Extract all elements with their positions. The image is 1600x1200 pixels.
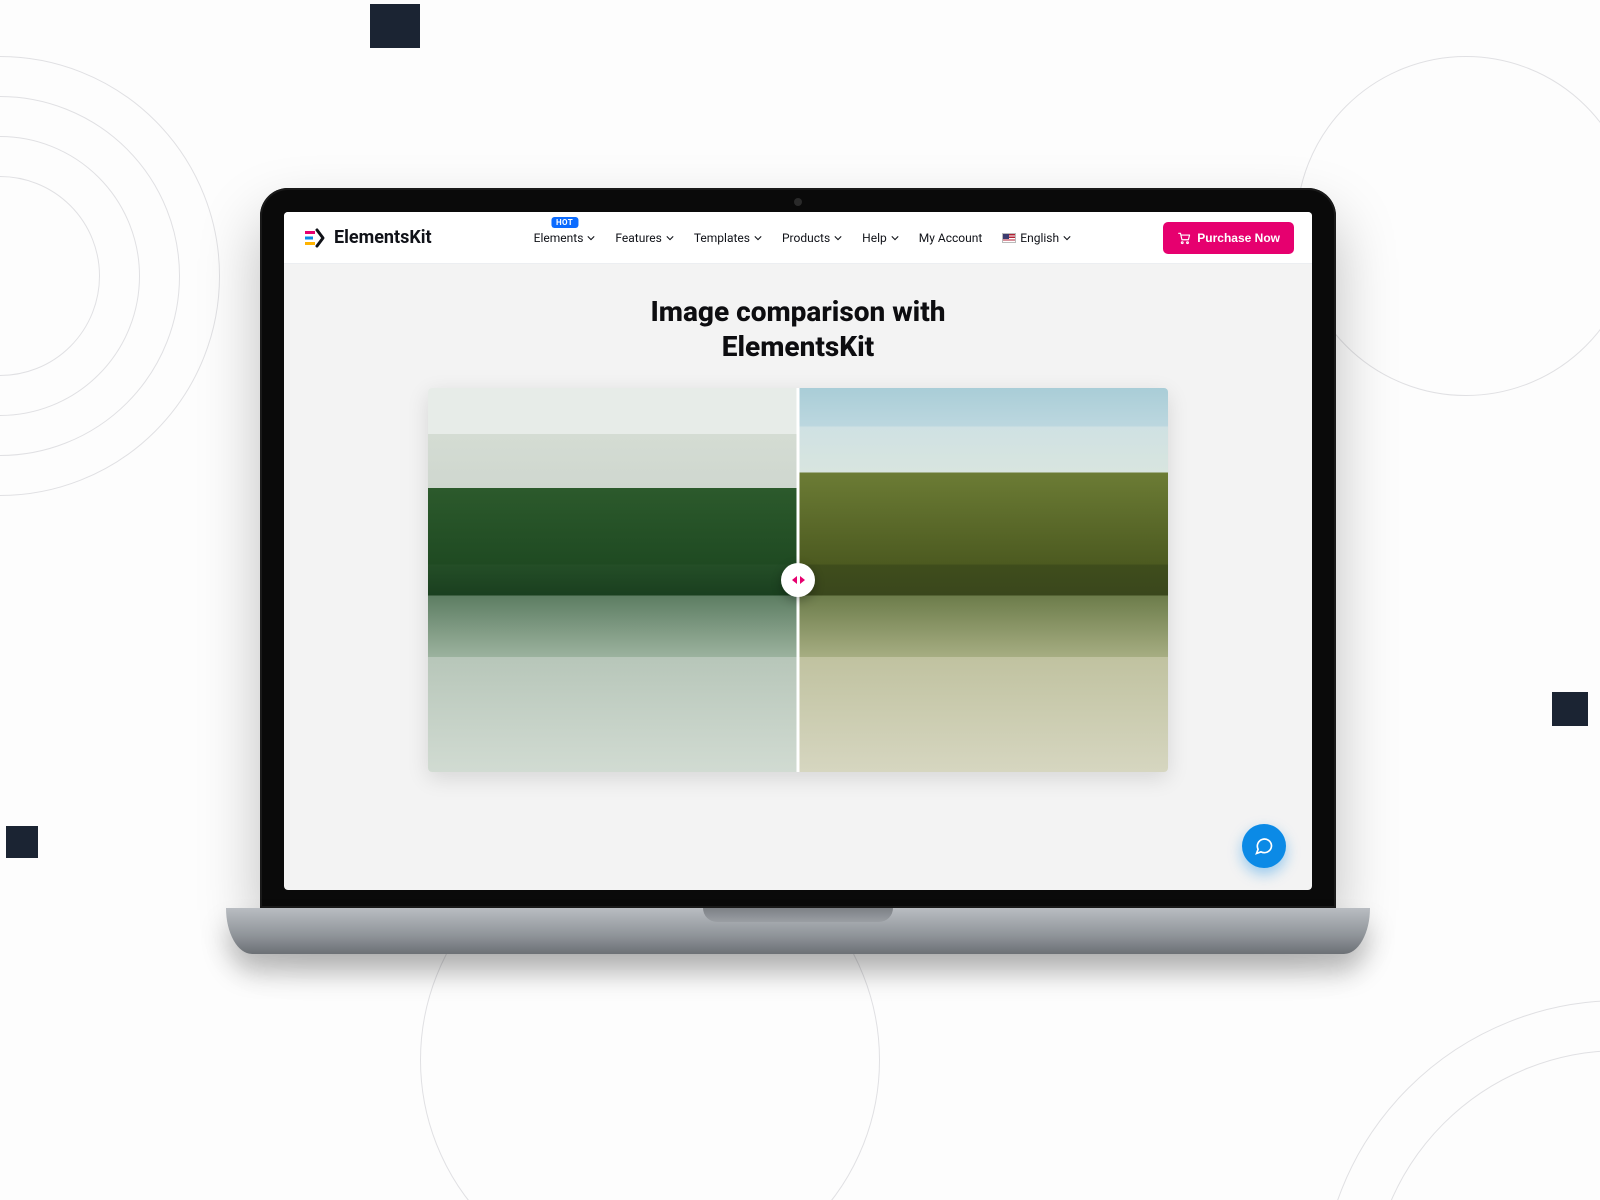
chevron-down-icon xyxy=(587,234,595,242)
page-title: Image comparison with ElementsKit xyxy=(284,294,1312,364)
purchase-now-button[interactable]: Purchase Now xyxy=(1163,222,1294,254)
nav-elements[interactable]: HOT Elements xyxy=(534,231,596,245)
chat-fab-button[interactable] xyxy=(1242,824,1286,868)
laptop-mockup: ElementsKit HOT Elements Features Templa… xyxy=(260,188,1336,954)
laptop-camera xyxy=(794,198,802,206)
chevron-down-icon xyxy=(754,234,762,242)
comparison-drag-handle[interactable] xyxy=(781,563,815,597)
after-image xyxy=(798,388,1168,772)
brand-logo[interactable]: ElementsKit xyxy=(302,226,432,250)
decor-square xyxy=(370,4,420,48)
cta-label: Purchase Now xyxy=(1197,231,1280,245)
main-nav: HOT Elements Features Templates Products xyxy=(534,231,1071,245)
nav-help[interactable]: Help xyxy=(862,231,899,245)
chevron-down-icon xyxy=(666,234,674,242)
nav-my-account[interactable]: My Account xyxy=(919,231,983,245)
decor-circle xyxy=(1296,56,1600,396)
decor-square xyxy=(6,826,38,858)
brand-name: ElementsKit xyxy=(334,227,432,248)
title-line-2: ElementsKit xyxy=(722,330,874,363)
before-image xyxy=(428,388,798,772)
chevron-down-icon xyxy=(891,234,899,242)
nav-language[interactable]: English xyxy=(1002,231,1071,245)
cart-icon xyxy=(1177,231,1191,245)
hot-badge: HOT xyxy=(551,217,578,228)
laptop-base xyxy=(226,908,1370,954)
nav-features[interactable]: Features xyxy=(615,231,673,245)
us-flag-icon xyxy=(1002,233,1016,243)
laptop-notch xyxy=(703,908,893,922)
nav-label: My Account xyxy=(919,231,983,245)
laptop-screen: ElementsKit HOT Elements Features Templa… xyxy=(284,212,1312,890)
nav-label: Help xyxy=(862,231,887,245)
nav-templates[interactable]: Templates xyxy=(694,231,762,245)
page-content: Image comparison with ElementsKit xyxy=(284,264,1312,772)
nav-label: Products xyxy=(782,231,830,245)
nav-label: Features xyxy=(615,231,661,245)
laptop-bezel: ElementsKit HOT Elements Features Templa… xyxy=(260,188,1336,908)
image-comparison-widget[interactable] xyxy=(428,388,1168,772)
arrow-left-icon xyxy=(792,576,797,584)
elementskit-logo-icon xyxy=(302,226,326,250)
site-header: ElementsKit HOT Elements Features Templa… xyxy=(284,212,1312,264)
nav-label: Elements xyxy=(534,231,584,245)
title-line-1: Image comparison with xyxy=(650,295,945,328)
chevron-down-icon xyxy=(1063,234,1071,242)
nav-label: English xyxy=(1020,231,1059,245)
nav-label: Templates xyxy=(694,231,750,245)
decor-square xyxy=(1552,692,1588,726)
nav-products[interactable]: Products xyxy=(782,231,842,245)
arrow-right-icon xyxy=(800,576,805,584)
chat-bubble-icon xyxy=(1254,836,1274,856)
chevron-down-icon xyxy=(834,234,842,242)
